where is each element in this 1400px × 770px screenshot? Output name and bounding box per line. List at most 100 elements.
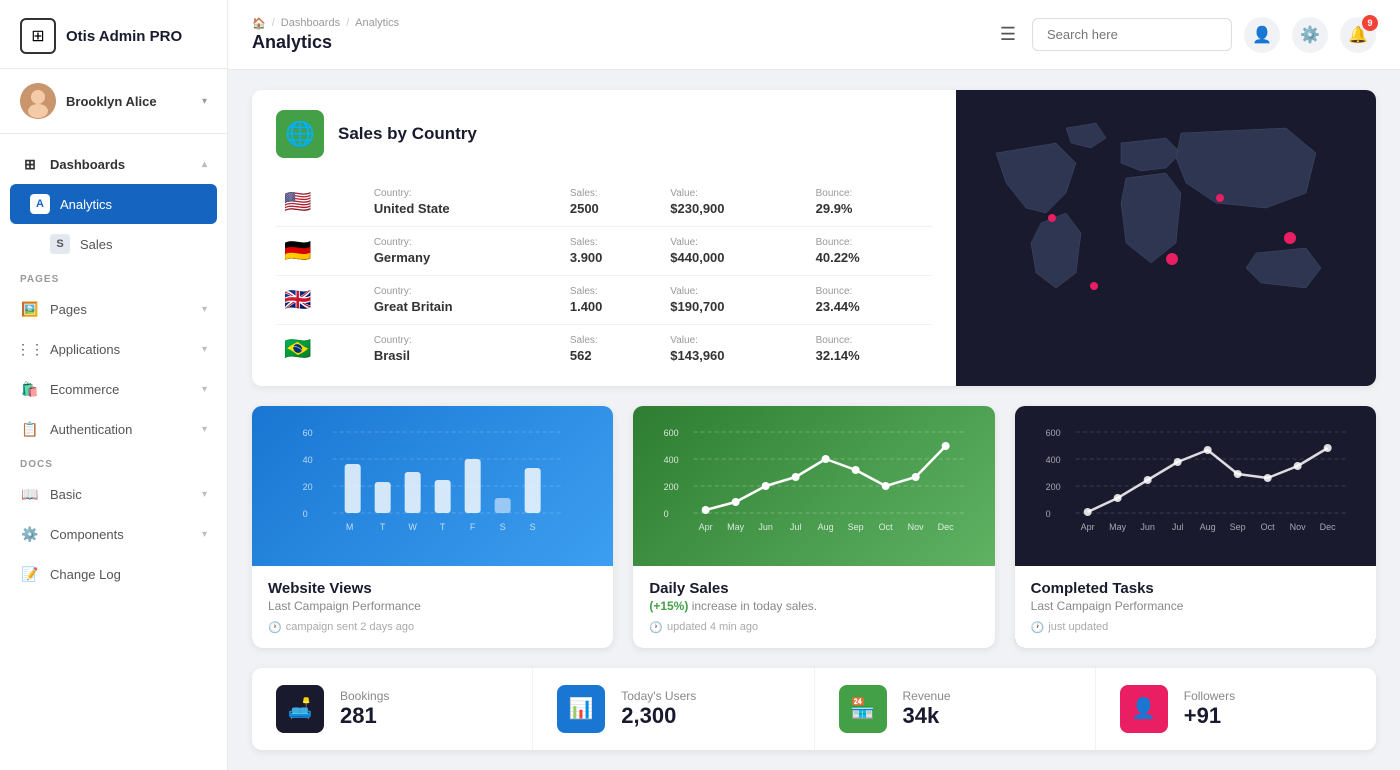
bounce-label: Bounce: <box>816 188 924 199</box>
hamburger-icon[interactable]: ☰ <box>1000 24 1016 45</box>
svg-text:Jul: Jul <box>790 522 802 532</box>
chevron-up-icon: ▴ <box>202 159 207 170</box>
svg-text:T: T <box>380 522 386 532</box>
svg-text:F: F <box>470 522 476 532</box>
settings-icon[interactable]: ⚙️ <box>1292 17 1328 53</box>
sidebar-item-dashboards[interactable]: ⊞ Dashboards ▴ <box>0 144 227 184</box>
sidebar-item-changelog[interactable]: 📝 Change Log <box>0 554 227 594</box>
clock-icon: 🕐 <box>649 621 663 634</box>
svg-text:Jun: Jun <box>1140 522 1155 532</box>
chevron-down-icon: ▾ <box>202 529 207 540</box>
map-dot-asia <box>1284 232 1296 244</box>
country-label: Country: <box>374 188 554 199</box>
svg-text:600: 600 <box>664 428 679 438</box>
value-amount: $440,000 <box>670 250 799 265</box>
svg-text:Apr: Apr <box>699 522 713 532</box>
daily-sales-chart: 600 400 200 0 <box>633 406 994 566</box>
home-icon: 🏠 <box>252 17 266 30</box>
bounce-label: Bounce: <box>816 286 924 297</box>
analytics-letter: A <box>30 194 50 214</box>
bounce-label: Bounce: <box>816 237 924 248</box>
sidebar-item-applications[interactable]: ⋮⋮ Applications ▾ <box>0 329 227 369</box>
svg-text:0: 0 <box>664 509 669 519</box>
value-label: Value: <box>670 237 799 248</box>
user-name: Brooklyn Alice <box>66 94 192 109</box>
svg-text:Nov: Nov <box>1289 522 1306 532</box>
svg-text:S: S <box>500 522 506 532</box>
completed-tasks-title: Completed Tasks <box>1031 580 1360 597</box>
clock-icon: 🕐 <box>1031 621 1045 634</box>
stat-value: 2,300 <box>621 703 696 729</box>
value-label: Value: <box>670 286 799 297</box>
completed-tasks-chart: 600 400 200 0 <box>1015 406 1376 566</box>
applications-icon: ⋮⋮ <box>20 339 40 359</box>
sidebar-item-basic[interactable]: 📖 Basic ▾ <box>0 474 227 514</box>
breadcrumb-path: 🏠 / Dashboards / Analytics <box>252 17 968 30</box>
charts-row: 60 40 20 0 M T <box>252 406 1376 648</box>
svg-text:Jul: Jul <box>1172 522 1184 532</box>
value-label: Value: <box>670 335 799 346</box>
sidebar-nav: ⊞ Dashboards ▴ A Analytics S Sales PAGES… <box>0 134 227 770</box>
completed-tasks-info: Completed Tasks Last Campaign Performanc… <box>1015 566 1376 648</box>
svg-text:Aug: Aug <box>1199 522 1215 532</box>
chevron-down-icon: ▾ <box>202 384 207 395</box>
sidebar-item-ecommerce[interactable]: 🛍️ Ecommerce ▾ <box>0 369 227 409</box>
country-label: Country: <box>374 335 554 346</box>
dashboards-icon: ⊞ <box>20 154 40 174</box>
country-name: Brasil <box>374 348 554 363</box>
country-flag: 🇬🇧 <box>284 287 311 312</box>
value-amount: $230,900 <box>670 201 799 216</box>
search-input[interactable] <box>1032 18 1232 51</box>
stat-item: 🏪 Revenue 34k <box>815 668 1096 750</box>
svg-text:Sep: Sep <box>1229 522 1245 532</box>
breadcrumb: 🏠 / Dashboards / Analytics Analytics <box>252 17 968 53</box>
website-views-timestamp: 🕐 campaign sent 2 days ago <box>268 621 597 634</box>
globe-icon: 🌐 <box>276 110 324 158</box>
chevron-down-icon: ▾ <box>202 344 207 355</box>
sidebar-item-sales[interactable]: S Sales <box>0 224 227 264</box>
content-area: 🌐 Sales by Country 🇺🇸 Country: United St… <box>228 70 1400 770</box>
svg-text:Sep: Sep <box>848 522 864 532</box>
basic-icon: 📖 <box>20 484 40 504</box>
breadcrumb-dashboards[interactable]: Dashboards <box>281 17 340 29</box>
sidebar-item-components[interactable]: ⚙️ Components ▾ <box>0 514 227 554</box>
svg-text:Nov: Nov <box>908 522 925 532</box>
stat-item: 📊 Today's Users 2,300 <box>533 668 814 750</box>
user-profile-icon[interactable]: 👤 <box>1244 17 1280 53</box>
sales-label: Sales: <box>570 237 654 248</box>
country-flag: 🇧🇷 <box>284 336 311 361</box>
sales-value: 2500 <box>570 201 654 216</box>
svg-text:200: 200 <box>664 482 679 492</box>
country-flag: 🇩🇪 <box>284 238 311 263</box>
svg-text:40: 40 <box>303 455 313 465</box>
sidebar-user[interactable]: Brooklyn Alice ▾ <box>0 69 227 134</box>
docs-section-label: DOCS <box>0 449 227 474</box>
table-row: 🇧🇷 Country: Brasil Sales: 562 Value: $14… <box>276 325 932 374</box>
sidebar-item-analytics[interactable]: A Analytics <box>10 184 217 224</box>
website-views-subtitle: Last Campaign Performance <box>268 599 597 613</box>
breadcrumb-analytics[interactable]: Analytics <box>355 17 399 29</box>
svg-text:S: S <box>530 522 536 532</box>
svg-text:20: 20 <box>303 482 313 492</box>
sales-card-header: 🌐 Sales by Country <box>276 110 932 158</box>
sidebar-item-pages[interactable]: 🖼️ Pages ▾ <box>0 289 227 329</box>
sales-by-country-card: 🌐 Sales by Country 🇺🇸 Country: United St… <box>252 90 1376 386</box>
header-right: 👤 ⚙️ 🔔 9 <box>1032 17 1376 53</box>
sales-card-title: Sales by Country <box>338 124 477 144</box>
logo-text: Otis Admin PRO <box>66 28 182 45</box>
bounce-rate: 40.22% <box>816 250 924 265</box>
changelog-icon: 📝 <box>20 564 40 584</box>
table-row: 🇺🇸 Country: United State Sales: 2500 Val… <box>276 178 932 227</box>
stat-icon: 🛋️ <box>276 685 324 733</box>
svg-text:200: 200 <box>1045 482 1060 492</box>
daily-sales-subtitle: (+15%) increase in today sales. <box>649 599 978 613</box>
notifications-icon[interactable]: 🔔 9 <box>1340 17 1376 53</box>
sidebar-item-authentication[interactable]: 📋 Authentication ▾ <box>0 409 227 449</box>
map-dot-russia <box>1216 194 1224 202</box>
svg-text:W: W <box>408 522 417 532</box>
value-amount: $143,960 <box>670 348 799 363</box>
value-amount: $190,700 <box>670 299 799 314</box>
stat-label: Followers <box>1184 689 1235 703</box>
bounce-label: Bounce: <box>816 335 924 346</box>
bounce-rate: 29.9% <box>816 201 924 216</box>
